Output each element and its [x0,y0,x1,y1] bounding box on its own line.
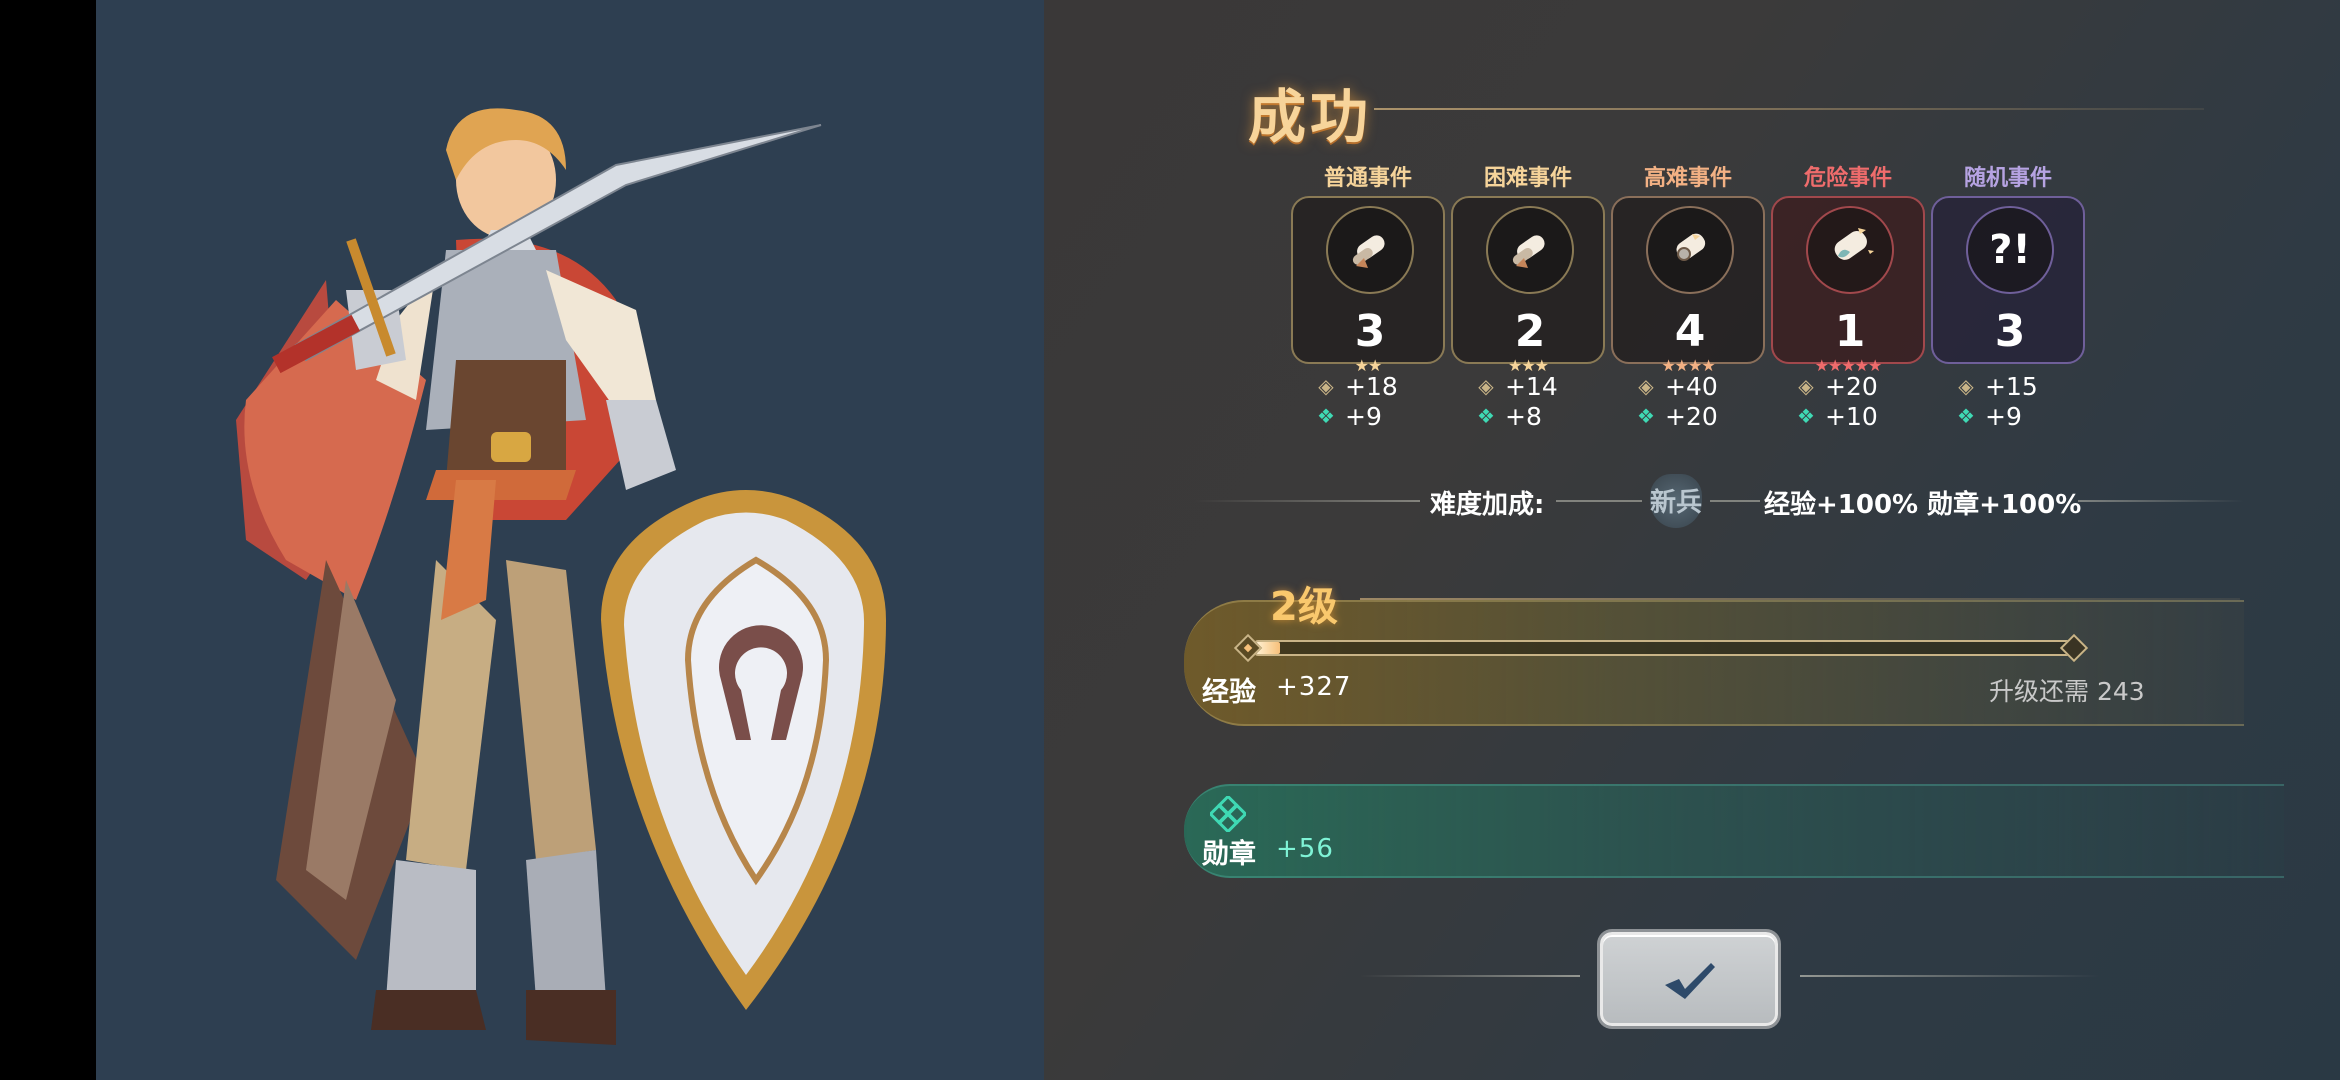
event-hard: 困难事件 2 ★★★ ◈ +14 ❖ +8 [1451,160,1605,440]
medal-icon: ❖ [1637,404,1655,428]
medal-gain: +56 [1276,834,1334,864]
medal-reward-row: ❖ +10 [1795,401,1878,431]
title-divider [1374,108,2204,110]
xp-rail [1254,640,2074,656]
medal-icon: ❖ [1317,404,1335,428]
danger-scroll-icon [1806,206,1894,294]
sealed-scroll-icon [1646,206,1734,294]
xp-progress-bar [1233,633,2104,663]
xp-reward: +18 [1345,371,1398,401]
xp-reward-row: ◈ +15 [1955,371,2038,401]
event-label: 普通事件 [1323,166,1412,191]
divider-mid-right [1710,500,1760,502]
event-dangerous: 危险事件 1 ★★★★★ ◈ +20 ❖ +10 [1771,160,1925,440]
event-count: 4 [1674,306,1706,357]
knight-hero-image [236,108,886,1045]
medal-reward-row: ❖ +20 [1635,401,1718,431]
event-random: 随机事件 ?! 3 ◈ +15 ❖ +9 [1931,160,2085,440]
difficulty-bonus-row: 难度加成: 新兵 经验+100% 勋章+100% [1194,470,2244,530]
xp-gain: +327 [1276,672,1352,702]
medal-icon: ❖ [1477,404,1495,428]
medal-reward: +20 [1665,401,1718,431]
event-count: 3 [1994,306,2026,357]
medal-reward: +9 [1985,401,2022,431]
medal-icon [1208,794,1248,834]
event-normal: 普通事件 3 ★★ ◈ +18 ❖ +9 [1291,160,1445,440]
difficulty-rank: 新兵 [1649,487,1702,518]
result-title: 成功 [1248,83,1373,151]
event-label: 危险事件 [1803,166,1892,191]
divider-left [1194,500,1420,502]
event-card: 3 [1291,196,1445,364]
xp-reward-row: ◈ +14 [1475,371,1558,401]
confirm-deco-left [1360,975,1580,977]
medal-reward: +10 [1825,401,1878,431]
xp-diamond-icon: ◈ [1958,374,1974,398]
black-sidebar [0,0,96,1080]
xp-remaining: 升级还需 243 [1989,677,2145,706]
confirm-button[interactable] [1600,932,1778,1026]
scroll-icon [1486,206,1574,294]
divider-mid-left [1556,500,1642,502]
event-card: 4 [1611,196,1765,364]
medal-reward-row: ❖ +8 [1475,401,1542,431]
level-divider [1360,598,2240,600]
xp-reward-row: ◈ +18 [1315,371,1398,401]
medal-band [1184,784,2284,878]
event-card: 2 [1451,196,1605,364]
check-icon [1665,963,1715,999]
question-exclaim-icon: ?! [1966,206,2054,294]
event-count: 1 [1834,306,1866,357]
event-card: 1 [1771,196,1925,364]
xp-reward: +20 [1825,371,1878,401]
result-title-row: 成功 [1244,70,2244,160]
level-label: 2级 [1270,584,1338,630]
event-very-hard: 高难事件 4 ★★★★ ◈ +40 ❖ +20 [1611,160,1765,440]
difficulty-bonus: 经验+100% 勋章+100% [1764,490,2082,520]
event-label: 高难事件 [1643,166,1732,191]
medal-icon: ❖ [1797,404,1815,428]
xp-end-diamond-icon [2059,633,2089,663]
medal-reward-row: ❖ +9 [1955,401,2022,431]
xp-start-diamond-icon [1233,633,1263,663]
medal-reward-row: ❖ +9 [1315,401,1382,431]
xp-reward: +40 [1665,371,1718,401]
xp-reward: +15 [1985,371,2038,401]
event-label: 困难事件 [1483,166,1572,191]
event-count: 3 [1354,306,1386,357]
difficulty-label: 难度加成: [1430,490,1545,520]
difficulty-rank-badge: 新兵 [1644,470,1708,530]
event-card: ?! 3 [1931,196,2085,364]
xp-diamond-icon: ◈ [1318,374,1334,398]
xp-diamond-icon: ◈ [1798,374,1814,398]
xp-reward: +14 [1505,371,1558,401]
xp-reward-row: ◈ +20 [1795,371,1878,401]
event-summary: 普通事件 3 ★★ ◈ +18 ❖ +9 困难事件 2 ★★★ ◈ +14 ❖ +8 [1291,160,2091,440]
medal-name: 勋章 [1202,839,1256,870]
medal-reward: +8 [1505,401,1542,431]
medal-reward: +9 [1345,401,1382,431]
event-label: 随机事件 [1963,166,2052,191]
mission-result-panel: 成功 普通事件 3 ★★ ◈ +18 ❖ +9 困难事件 2 ★★★ ◈ +14… [1044,0,2340,1080]
scroll-icon [1326,206,1414,294]
xp-diamond-icon: ◈ [1638,374,1654,398]
confirm-deco-right [1800,975,2100,977]
xp-name: 经验 [1202,677,1256,708]
hero-portrait-panel [96,0,1044,1080]
xp-diamond-icon: ◈ [1478,374,1494,398]
xp-reward-row: ◈ +40 [1635,371,1718,401]
divider-right [2078,500,2244,502]
event-count: 2 [1514,306,1546,357]
medal-icon: ❖ [1957,404,1975,428]
